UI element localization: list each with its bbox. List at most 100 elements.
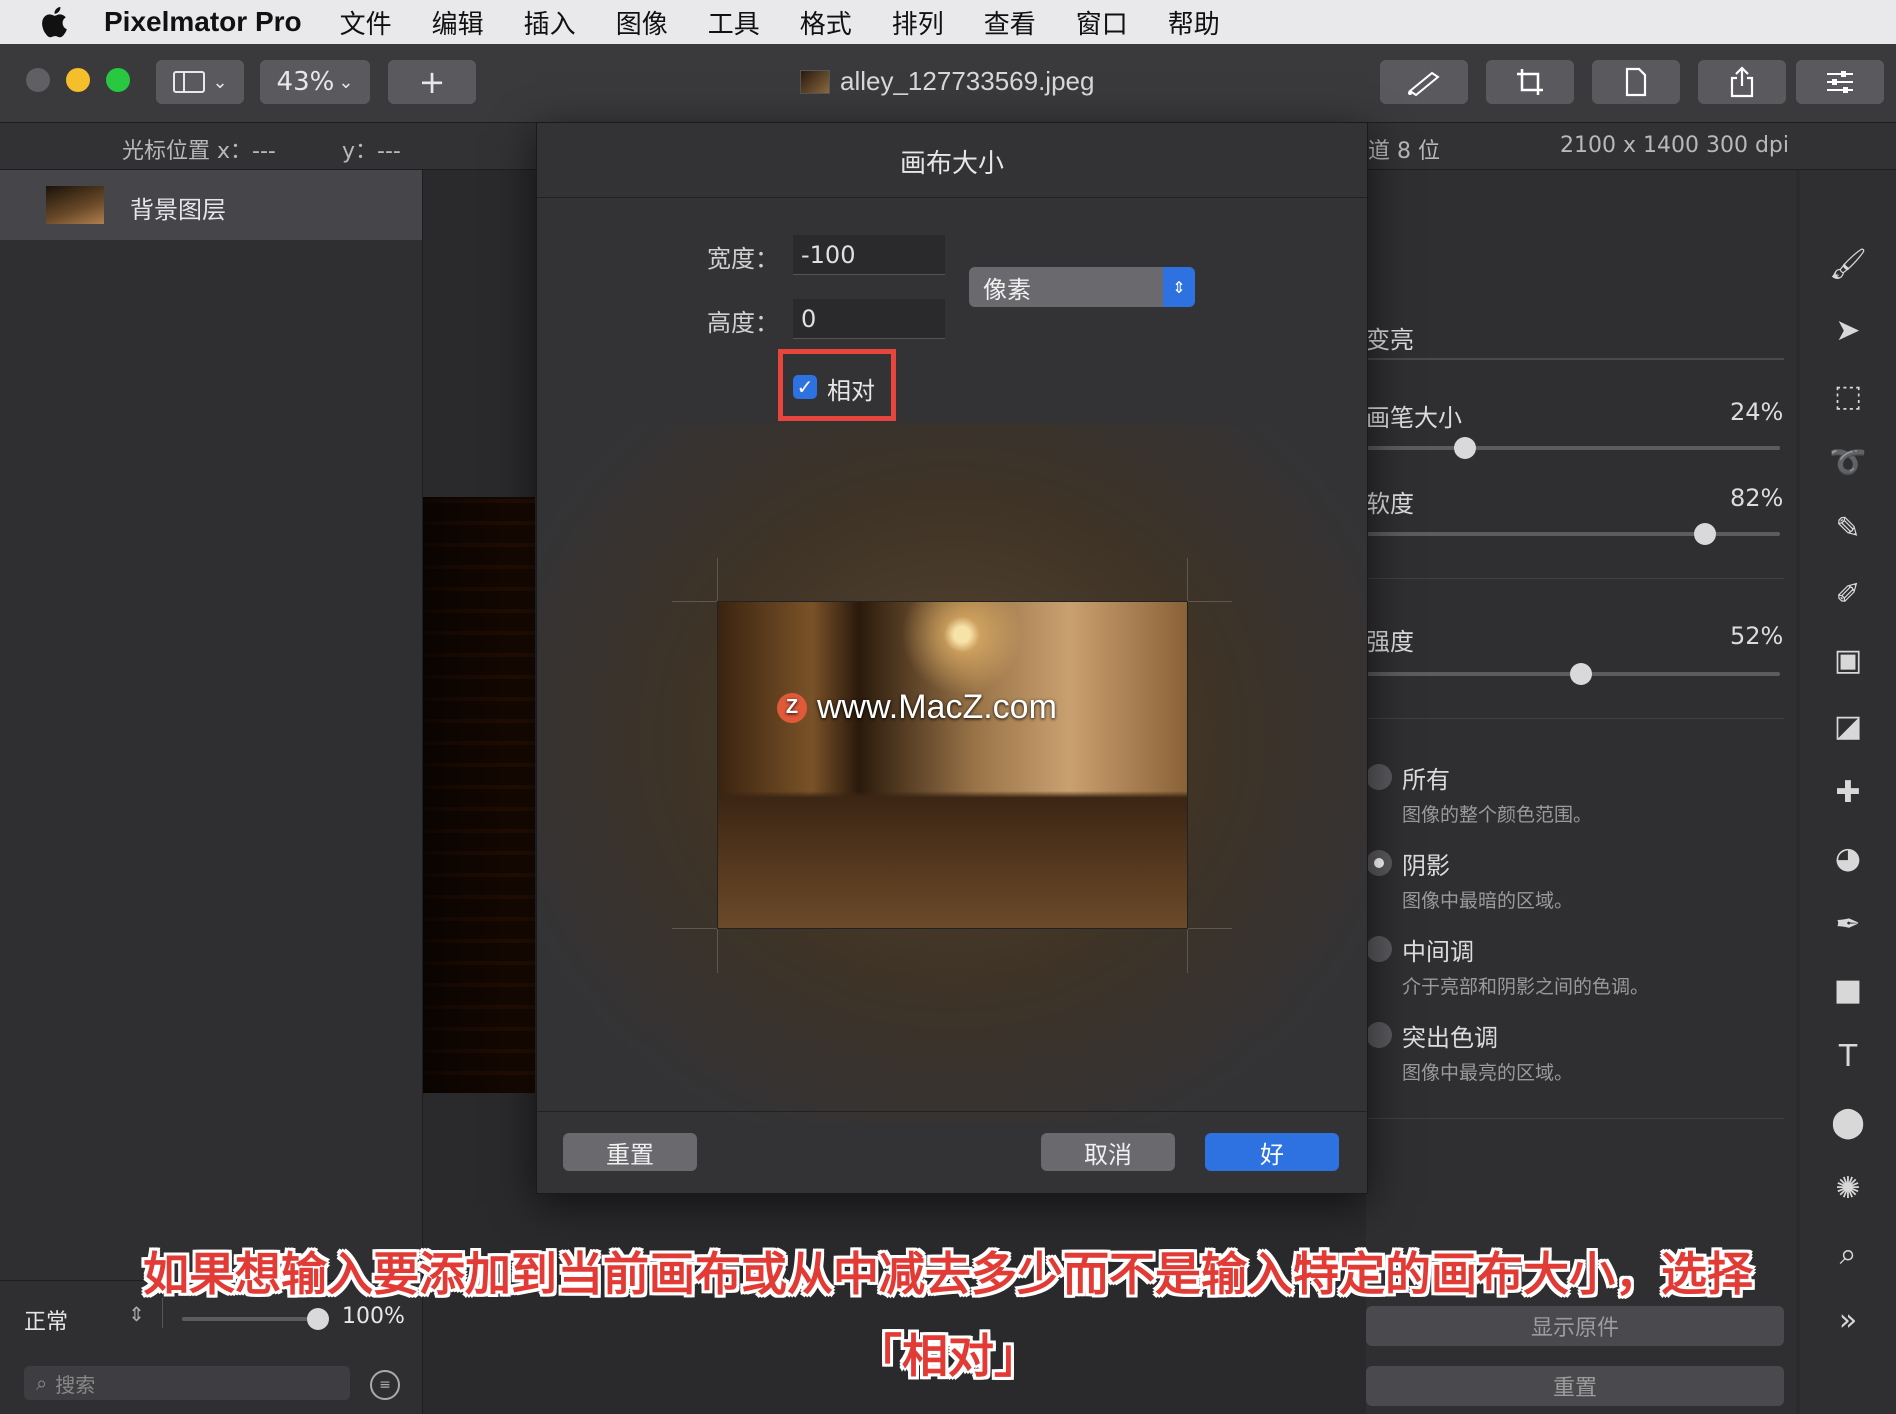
guide-line: [672, 928, 1232, 929]
document-icon: [1625, 67, 1647, 97]
range-midtones-radio[interactable]: [1366, 936, 1392, 962]
watermark-logo: Z: [777, 692, 807, 723]
canvas-image: [423, 497, 535, 1093]
height-label: 高度：: [707, 309, 779, 337]
document-button[interactable]: [1592, 60, 1680, 104]
brush-size-slider-knob[interactable]: [1454, 437, 1477, 459]
image-dimensions: 2100 x 1400 300 dpi: [1560, 133, 1790, 158]
range-midtones-label: 中间调: [1402, 938, 1474, 966]
menu-edit[interactable]: 编辑: [432, 4, 484, 41]
layer-name: 背景图层: [130, 196, 226, 224]
softness-slider[interactable]: [1366, 532, 1780, 536]
gradient-tool-icon[interactable]: ▣: [1828, 640, 1868, 680]
cancel-button[interactable]: 取消: [1041, 1133, 1175, 1171]
canvas-preview-image: [718, 602, 1187, 928]
pen-tool-icon[interactable]: ✒: [1828, 904, 1868, 944]
menu-insert[interactable]: 插入: [524, 4, 576, 41]
relative-label: 相对: [827, 377, 875, 405]
range-highlights-radio[interactable]: [1366, 1022, 1392, 1048]
document-name: alley_127733569.jpeg: [840, 66, 1095, 96]
selection-tool-icon[interactable]: ⬚: [1828, 376, 1868, 416]
distort-tool-icon[interactable]: ✺: [1828, 1168, 1868, 1208]
retouch-tool-icon[interactable]: ◕: [1828, 838, 1868, 878]
zoom-dropdown[interactable]: 43% ⌄: [260, 60, 370, 104]
range-shadows-label: 阴影: [1402, 852, 1450, 880]
shape-tool-icon[interactable]: ■: [1828, 970, 1868, 1010]
sidebar-icon: [173, 71, 206, 93]
checkmark-icon: ✓: [796, 375, 814, 399]
add-button[interactable]: +: [388, 60, 476, 104]
paint-brush-icon[interactable]: ✐: [1828, 574, 1868, 614]
strength-slider-knob[interactable]: [1570, 663, 1593, 685]
brush-size-slider[interactable]: [1366, 446, 1780, 450]
range-highlights-desc: 图像中最亮的区域。: [1402, 1062, 1574, 1084]
tools-strip: 🖌 ➤ ⬚ ➰ ✎ ✐ ▣ ◪ ✚ ◕ ✒ ■ T ⬤ ✺ ⌕ »: [1800, 170, 1896, 1414]
color-picker-icon[interactable]: ✎: [1828, 508, 1868, 548]
height-input[interactable]: 0: [793, 299, 945, 339]
crop-button[interactable]: [1486, 60, 1574, 104]
menu-help[interactable]: 帮助: [1168, 4, 1220, 41]
strength-label: 强度: [1366, 628, 1414, 656]
sliders-icon: [1827, 71, 1853, 93]
quick-tools-button[interactable]: [1380, 60, 1468, 104]
range-all-radio[interactable]: [1366, 764, 1392, 790]
apple-icon[interactable]: [38, 4, 74, 40]
chevron-down-icon: ⌄: [212, 71, 228, 93]
share-button[interactable]: [1698, 60, 1786, 104]
minimize-window-button[interactable]: [66, 68, 90, 92]
watermark-text: www.MacZ.com: [817, 688, 1057, 726]
arrange-tool-icon[interactable]: ➤: [1828, 310, 1868, 350]
lasso-tool-icon[interactable]: ➰: [1828, 442, 1868, 482]
menu-view[interactable]: 查看: [984, 4, 1036, 41]
range-midtones-desc: 介于亮部和阴影之间的色调。: [1402, 976, 1650, 998]
menu-window[interactable]: 窗口: [1076, 4, 1128, 41]
crop-icon: [1517, 69, 1543, 95]
repair-tool-icon[interactable]: ✚: [1828, 772, 1868, 812]
close-window-button[interactable]: [26, 68, 50, 92]
range-highlights-label: 突出色调: [1402, 1024, 1498, 1052]
menu-tools[interactable]: 工具: [708, 4, 760, 41]
divider: [1366, 1118, 1784, 1119]
brush-size-label: 画笔大小: [1366, 404, 1462, 432]
sidebar-toggle-button[interactable]: ⌄: [156, 60, 244, 104]
toolbar: ⌄ 43% ⌄ + alley_127733569.jpeg: [0, 44, 1896, 123]
relative-checkbox[interactable]: ✓: [793, 375, 817, 399]
softness-value: 82%: [1730, 484, 1784, 512]
watermark: Z www.MacZ.com: [777, 688, 1057, 727]
radio-dot: [1374, 858, 1384, 868]
menu-arrange[interactable]: 排列: [892, 4, 944, 41]
color-adjust-icon[interactable]: ⬤: [1828, 1102, 1868, 1142]
stepper-icon: ⇕: [1163, 267, 1195, 307]
cursor-y-readout: y：---: [342, 139, 401, 164]
tool-options-panel: 变亮 画笔大小 24% 软度 82% 强度 52% 所有 图像的整个颜色范围。 …: [1366, 170, 1796, 1414]
ok-button[interactable]: 好: [1205, 1133, 1339, 1171]
zoom-value: 43%: [276, 67, 335, 97]
width-label: 宽度：: [707, 245, 779, 273]
menu-format[interactable]: 格式: [800, 4, 852, 41]
width-input[interactable]: -100: [793, 235, 945, 275]
chevron-down-icon: ⌄: [338, 71, 354, 93]
reset-button[interactable]: 重置: [563, 1133, 697, 1171]
divider: [537, 197, 1367, 198]
layer-row[interactable]: 背景图层: [0, 170, 422, 240]
dialog-title: 画布大小: [899, 149, 1004, 179]
range-all-label: 所有: [1402, 766, 1450, 794]
menu-image[interactable]: 图像: [616, 4, 668, 41]
zoom-window-button[interactable]: [106, 68, 130, 92]
unit-select[interactable]: 像素 ⇕: [969, 267, 1195, 307]
document-title: alley_127733569.jpeg: [800, 66, 1094, 97]
softness-slider-knob[interactable]: [1694, 523, 1717, 545]
layer-thumbnail: [46, 186, 104, 224]
adjustments-button[interactable]: [1796, 60, 1884, 104]
style-tool-icon[interactable]: 🖌: [1828, 244, 1868, 284]
divider: [1366, 718, 1784, 719]
tool-name: 变亮: [1366, 326, 1414, 354]
text-tool-icon[interactable]: T: [1828, 1036, 1868, 1076]
divider: [537, 1111, 1367, 1112]
share-icon: [1730, 66, 1754, 98]
menu-file[interactable]: 文件: [340, 4, 392, 41]
eraser-tool-icon[interactable]: ◪: [1828, 706, 1868, 746]
app-name-menu[interactable]: Pixelmator Pro: [104, 6, 302, 38]
softness-label: 软度: [1366, 490, 1414, 518]
range-shadows-radio[interactable]: [1366, 850, 1392, 876]
